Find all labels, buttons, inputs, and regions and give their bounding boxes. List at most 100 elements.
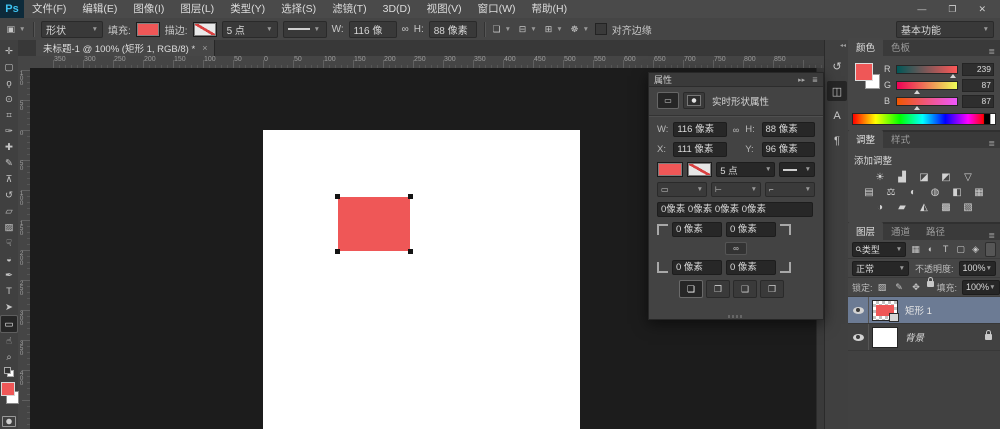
stroke-color-swatch[interactable] [687, 162, 713, 177]
zoom-tool[interactable]: ⌕ [1, 349, 17, 365]
blend-mode-select[interactable]: 正常▼ [852, 261, 909, 276]
layer-thumbnail[interactable] [872, 327, 898, 348]
shape-subtract-button[interactable]: ❐ [706, 280, 730, 298]
layer-name[interactable]: 背景 [905, 330, 924, 344]
layer-row[interactable]: 背景 [848, 324, 1000, 351]
visibility-cell[interactable] [848, 324, 869, 350]
fill-color-swatch[interactable] [657, 162, 683, 177]
restore-icon[interactable]: ❐ [948, 4, 956, 15]
rectangle-tool[interactable]: ▭ [0, 315, 18, 333]
pen-tool[interactable]: ✒ [1, 267, 17, 283]
stroke-style-select[interactable]: ▼ [283, 21, 327, 38]
default-colors-icon[interactable] [4, 367, 14, 376]
vibrance-icon[interactable]: ▽ [961, 171, 976, 184]
shape-exclude-button[interactable]: ❒ [760, 280, 784, 298]
layers-tab[interactable]: 图层 [848, 222, 883, 240]
channel-mixer-icon[interactable]: ◧ [950, 186, 965, 199]
link-wh-icon[interactable]: ∞ [731, 125, 741, 135]
menu-item[interactable]: 编辑(E) [74, 0, 125, 18]
filter-shape-layers-icon[interactable]: ▢ [954, 243, 967, 256]
stroke-align-select[interactable]: ▭▼ [657, 182, 707, 197]
corner-tr-input[interactable]: 0 像素 [726, 222, 776, 237]
corner-tl-input[interactable]: 0 像素 [672, 222, 722, 237]
menu-item[interactable]: 文件(F) [24, 0, 74, 18]
canvas-page[interactable] [263, 130, 580, 429]
hue-saturation-icon[interactable]: ▤ [862, 186, 877, 199]
panel-menu-icon[interactable]: ≣ [988, 231, 1000, 240]
panel-menu-icon[interactable]: ≣ [988, 47, 1000, 56]
panel-menu-icon[interactable]: ≣ [812, 76, 818, 84]
filter-adjustment-layers-icon[interactable]: ◐ [924, 243, 937, 256]
stroke-corners-select[interactable]: ⌐▼ [765, 182, 815, 197]
corner-bl-input[interactable]: 0 像素 [672, 260, 722, 275]
workspace-switcher[interactable]: 基本功能▼ [896, 21, 994, 38]
clone-stamp-tool[interactable]: ⊼ [1, 171, 17, 187]
path-selection-tool[interactable]: ➤ [1, 299, 17, 315]
mask-properties-icon[interactable] [683, 92, 705, 109]
stroke-width-select[interactable]: 5 点▼ [716, 162, 775, 177]
adjustments-tab[interactable]: 样式 [883, 130, 918, 148]
color-lookup-icon[interactable]: ▦ [972, 186, 987, 199]
tab-close-icon[interactable]: × [202, 43, 207, 53]
photo-filter-icon[interactable]: ◍ [928, 186, 943, 199]
fill-swatch[interactable] [136, 22, 160, 37]
channel-value-input[interactable]: 239 [962, 63, 994, 76]
shape-combine-button[interactable]: ❏ [679, 280, 703, 298]
link-dimensions-icon[interactable]: ∞ [402, 24, 409, 35]
lock-image-icon[interactable]: ✎ [893, 281, 906, 294]
threshold-icon[interactable]: ◭ [917, 201, 932, 214]
levels-icon[interactable]: ▟ [895, 171, 910, 184]
character-panel-icon[interactable]: A [827, 106, 847, 126]
lasso-tool[interactable]: ϙ [1, 75, 17, 91]
eye-icon[interactable] [853, 307, 864, 314]
paragraph-panel-icon[interactable]: ¶ [827, 131, 847, 151]
color-balance-icon[interactable]: ⚖ [884, 186, 899, 199]
path-arrange-icon[interactable]: ⊞▼ [544, 21, 564, 38]
layer-thumbnail-cell[interactable] [869, 327, 901, 348]
type-tool[interactable]: T [1, 283, 17, 299]
menu-item[interactable]: 图像(I) [125, 0, 172, 18]
gear-icon[interactable]: ☸▼ [570, 21, 590, 38]
filter-smart-object-icon[interactable]: ◈ [969, 243, 982, 256]
g-slider[interactable] [896, 81, 958, 90]
anchor-handle[interactable] [335, 249, 340, 254]
history-brush-tool[interactable]: ↺ [1, 187, 17, 203]
slider-marker-icon[interactable] [914, 87, 920, 94]
link-corners-icon[interactable]: ∞ [725, 242, 747, 255]
stroke-width-input[interactable]: 5 点▼ [222, 21, 278, 38]
resize-grip[interactable] [728, 315, 744, 318]
color-spectrum-ramp[interactable] [852, 113, 996, 125]
invert-icon[interactable]: ◑ [873, 201, 888, 214]
layers-tab[interactable]: 通道 [883, 222, 918, 240]
slider-marker-icon[interactable] [950, 71, 956, 78]
eye-icon[interactable] [853, 334, 864, 341]
curves-icon[interactable]: ◪ [917, 171, 932, 184]
properties-panel-icon[interactable]: ◫ [827, 81, 847, 101]
tool-preset-picker[interactable]: ▣▼ [6, 21, 26, 38]
tool-mode-select[interactable]: 形状▼ [41, 21, 103, 38]
quick-mask-icon[interactable] [2, 416, 16, 427]
shape-intersect-button[interactable]: ❑ [733, 280, 757, 298]
lock-transparency-icon[interactable]: ▨ [876, 281, 889, 294]
corner-radii-summary[interactable]: 0像素 0像素 0像素 0像素 [657, 202, 813, 217]
panel-menu-icon[interactable]: ≣ [988, 139, 1000, 148]
history-panel-icon[interactable]: ↺ [827, 56, 847, 76]
x-input[interactable]: 111 像素 [673, 142, 726, 157]
anchor-handle[interactable] [408, 194, 413, 199]
filter-pixel-layers-icon[interactable]: ▦ [909, 243, 922, 256]
eraser-tool[interactable]: ▱ [1, 203, 17, 219]
anchor-handle[interactable] [335, 194, 340, 199]
layer-row[interactable]: 矩形 1 [848, 297, 1000, 324]
anchor-handle[interactable] [408, 249, 413, 254]
gradient-map-icon[interactable]: ▧ [961, 201, 976, 214]
stroke-caps-select[interactable]: ⊢▼ [711, 182, 761, 197]
hand-tool[interactable]: ☝ [1, 333, 17, 349]
close-icon[interactable]: ✕ [978, 4, 986, 15]
adjustments-tab[interactable]: 调整 [848, 130, 883, 148]
brightness-contrast-icon[interactable]: ☀ [873, 171, 888, 184]
posterize-icon[interactable]: ▰ [895, 201, 910, 214]
smudge-tool[interactable]: ☟ [1, 235, 17, 251]
healing-brush-tool[interactable]: ✚ [1, 139, 17, 155]
y-input[interactable]: 96 像素 [762, 142, 815, 157]
quick-selection-tool[interactable]: ⊙ [1, 91, 17, 107]
